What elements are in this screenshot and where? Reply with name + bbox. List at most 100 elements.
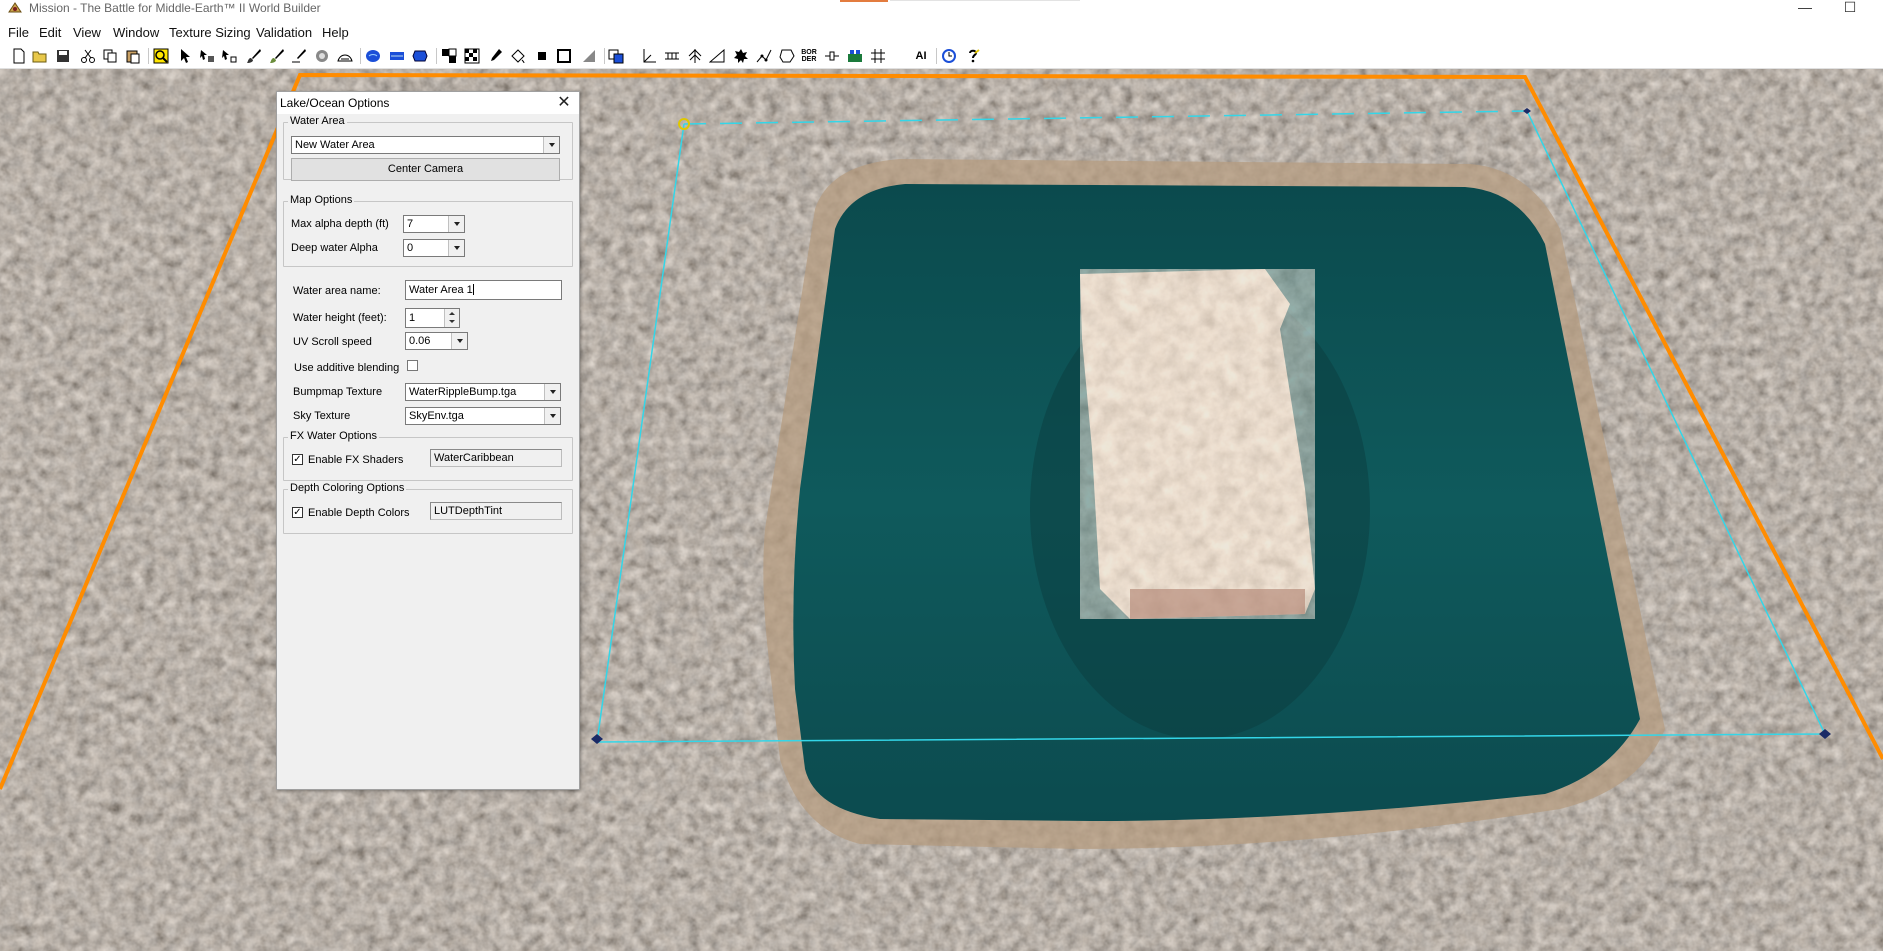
- square-button[interactable]: [533, 47, 551, 65]
- new-button[interactable]: [10, 47, 28, 65]
- dropdown-arrow-icon[interactable]: [448, 240, 464, 256]
- copy-area-button[interactable]: [607, 47, 625, 65]
- window-title: Mission - The Battle for Middle-Earth™ I…: [29, 1, 321, 15]
- spin-up-icon[interactable]: [449, 312, 455, 315]
- feather-brush-button[interactable]: [290, 47, 308, 65]
- dropdown-arrow-icon[interactable]: [451, 333, 467, 349]
- mound-button[interactable]: [336, 47, 354, 65]
- menu-file[interactable]: File: [8, 25, 29, 40]
- enable-depth-colors-label: Enable Depth Colors: [308, 507, 410, 519]
- enable-depth-colors-checkbox[interactable]: ✓: [292, 507, 303, 518]
- toolbar-separator: [936, 48, 937, 64]
- deep-water-alpha-select[interactable]: 0: [403, 239, 465, 257]
- undo-history-button[interactable]: [940, 47, 958, 65]
- water-area-select[interactable]: New Water Area: [291, 136, 560, 154]
- copy-button[interactable]: [101, 47, 119, 65]
- fill-button[interactable]: [509, 47, 527, 65]
- waypoint-button[interactable]: [220, 47, 238, 65]
- zoom-button[interactable]: [152, 47, 170, 65]
- menu-validation[interactable]: Validation: [256, 25, 312, 40]
- menu-texture-sizing[interactable]: Texture Sizing: [169, 25, 251, 40]
- water-height-input[interactable]: 1: [405, 308, 460, 328]
- dropdown-arrow-icon[interactable]: [543, 137, 559, 153]
- cut-icon: [81, 49, 95, 63]
- mound-icon: [337, 54, 353, 62]
- dropdown-arrow-icon[interactable]: [544, 384, 560, 400]
- uv-scroll-speed-select[interactable]: 0.06: [405, 332, 468, 350]
- link-button[interactable]: [823, 47, 841, 65]
- additive-blending-checkbox[interactable]: [407, 360, 418, 371]
- minimize-button[interactable]: —: [1785, 0, 1825, 16]
- sky-texture-select[interactable]: SkyEnv.tga: [405, 407, 561, 425]
- help-button[interactable]: [964, 47, 982, 65]
- toolbar: BOR DER AI: [0, 44, 1883, 69]
- max-alpha-depth-select[interactable]: 7: [403, 215, 465, 233]
- water-button[interactable]: [364, 47, 382, 65]
- water-area-group-label: Water Area: [288, 115, 347, 127]
- map-options-group: Map Options: [283, 194, 573, 267]
- brush-button[interactable]: [245, 47, 263, 65]
- dropdown-arrow-icon[interactable]: [544, 408, 560, 424]
- bumpmap-texture-select[interactable]: WaterRippleBump.tga: [405, 383, 561, 401]
- polygon-icon: [779, 49, 795, 63]
- window-titlebar: Mission - The Battle for Middle-Earth™ I…: [0, 0, 1883, 16]
- ai-button[interactable]: AI: [912, 47, 930, 65]
- blend-button[interactable]: [313, 47, 331, 65]
- enable-fx-shaders-checkbox[interactable]: ✓: [292, 454, 303, 465]
- scorch-button[interactable]: [732, 47, 750, 65]
- ruler-button[interactable]: [663, 47, 681, 65]
- help-icon: [969, 49, 980, 63]
- menu-view[interactable]: View: [73, 25, 101, 40]
- river-button[interactable]: [388, 47, 406, 65]
- undo-history-icon: [942, 49, 956, 63]
- select-object-button[interactable]: [198, 47, 216, 65]
- dropdown-arrow-icon[interactable]: [448, 216, 464, 232]
- flatten-button[interactable]: [580, 47, 598, 65]
- outline-square-button[interactable]: [555, 47, 573, 65]
- water-height-spinner[interactable]: [444, 309, 459, 327]
- path-button[interactable]: [755, 47, 773, 65]
- maximize-button[interactable]: ☐: [1830, 0, 1870, 16]
- waypoint-icon: [222, 50, 237, 63]
- uv-scroll-speed-value: 0.06: [409, 335, 431, 347]
- menu-window[interactable]: Window: [113, 25, 159, 40]
- menu-edit[interactable]: Edit: [39, 25, 61, 40]
- border-button[interactable]: BOR DER: [800, 47, 818, 65]
- fill-icon: [511, 49, 525, 64]
- lake-button[interactable]: [411, 47, 429, 65]
- flatten-icon: [583, 50, 595, 62]
- sky-texture-value: SkyEnv.tga: [409, 410, 464, 422]
- water-height-label: Water height (feet):: [293, 312, 387, 324]
- path-icon: [756, 49, 772, 63]
- menu-help[interactable]: Help: [322, 25, 349, 40]
- build-list-button[interactable]: [846, 47, 864, 65]
- slope-button[interactable]: [708, 47, 726, 65]
- paste-button[interactable]: [124, 47, 142, 65]
- water-height-value: 1: [409, 312, 416, 324]
- checker-button[interactable]: [440, 47, 458, 65]
- eyedropper-button[interactable]: [486, 47, 504, 65]
- title-accent-bar: [840, 0, 888, 2]
- toolbar-separator: [436, 48, 437, 64]
- open-button[interactable]: [31, 47, 49, 65]
- pattern-button[interactable]: [463, 47, 481, 65]
- axis-icon: [643, 49, 656, 63]
- tile-brush-button[interactable]: [268, 47, 286, 65]
- dialog-close-button[interactable]: ✕: [555, 94, 573, 112]
- cut-button[interactable]: [79, 47, 97, 65]
- polygon-button[interactable]: [778, 47, 796, 65]
- water-area-name-input[interactable]: Water Area 1: [405, 280, 562, 300]
- spin-down-icon[interactable]: [449, 320, 455, 323]
- grid-button[interactable]: [869, 47, 887, 65]
- brush-icon: [247, 49, 261, 63]
- axis-button[interactable]: [640, 47, 658, 65]
- dialog-title: Lake/Ocean Options: [280, 96, 390, 110]
- pointer-button[interactable]: [177, 47, 195, 65]
- tree-button[interactable]: [686, 47, 704, 65]
- water-area-select-value: New Water Area: [295, 139, 375, 151]
- center-camera-button[interactable]: Center Camera: [291, 158, 560, 181]
- dialog-titlebar[interactable]: Lake/Ocean Options ✕: [277, 92, 579, 114]
- save-button[interactable]: [54, 47, 72, 65]
- feather-brush-icon: [292, 49, 306, 63]
- slope-icon: [709, 48, 725, 63]
